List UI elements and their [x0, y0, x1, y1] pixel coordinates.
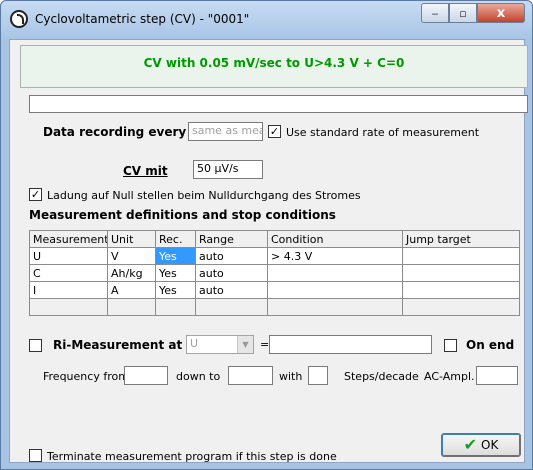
data-recording-label: Data recording every: [43, 125, 187, 139]
table-cell[interactable]: [267, 281, 403, 299]
ri-measurement-checkbox[interactable]: [29, 339, 42, 352]
table-cell[interactable]: [267, 264, 403, 282]
definitions-heading: Measurement definitions and stop conditi…: [29, 208, 336, 222]
table-cell[interactable]: [107, 298, 156, 316]
table-cell[interactable]: A: [107, 281, 156, 299]
table-cell[interactable]: [155, 298, 196, 316]
table-cell[interactable]: Yes: [155, 281, 196, 299]
ri-measurement-label: Ri-Measurement at: [53, 338, 183, 352]
table-cell[interactable]: [402, 264, 520, 282]
ri-value-input[interactable]: [269, 335, 432, 354]
terminate-checkbox[interactable]: [29, 449, 42, 462]
ladung-checkbox[interactable]: ✓: [29, 188, 42, 201]
table-cell[interactable]: [402, 247, 520, 265]
steps-input[interactable]: [308, 366, 328, 385]
cv-rate-input[interactable]: 50 µV/s: [193, 160, 263, 179]
measurement-definitions-table[interactable]: Measurement u Unit Rec. Range Condition …: [29, 230, 520, 316]
terminate-label: Terminate measurement program if this st…: [47, 450, 337, 463]
table-row[interactable]: [29, 298, 520, 316]
column-header[interactable]: Jump target: [402, 230, 520, 248]
table-row[interactable]: C Ah/kg Yes auto: [29, 264, 520, 282]
frequency-down-to-input[interactable]: [228, 366, 273, 385]
standard-rate-label: Use standard rate of measurement: [286, 126, 480, 139]
with-label: with: [279, 370, 303, 383]
frequency-from-label: Frequency from: [43, 370, 129, 383]
table-cell[interactable]: [195, 298, 268, 316]
data-recording-input[interactable]: same as meas: [188, 122, 263, 141]
window-title: Cyclovoltametric step (CV) - "0001": [35, 12, 250, 26]
ri-measurement-select[interactable]: U ▼: [186, 335, 254, 354]
table-cell[interactable]: auto: [195, 281, 268, 299]
column-header[interactable]: Condition: [267, 230, 403, 248]
ladung-label: Ladung auf Null stellen beim Nulldurchga…: [47, 189, 361, 202]
column-header[interactable]: Rec.: [155, 230, 196, 248]
table-cell[interactable]: [402, 298, 520, 316]
table-row[interactable]: U V Yes auto > 4.3 V: [29, 247, 520, 265]
table-cell[interactable]: auto: [195, 264, 268, 282]
ac-amplitude-label: AC-Ampl.: [424, 370, 475, 383]
ok-button[interactable]: ✔ OK: [441, 433, 521, 457]
frequency-from-input[interactable]: [124, 366, 168, 385]
comment-field[interactable]: [29, 95, 528, 113]
table-cell[interactable]: auto: [195, 247, 268, 265]
ac-amplitude-input[interactable]: [476, 366, 518, 385]
table-cell-selected[interactable]: Yes: [155, 247, 196, 265]
dialog-body: CV with 0.05 mV/sec to U>4.3 V + C=0 Dat…: [9, 39, 528, 463]
table-cell[interactable]: > 4.3 V: [267, 247, 403, 265]
app-icon: [10, 10, 28, 28]
column-header[interactable]: Unit: [107, 230, 156, 248]
minimize-button[interactable]: ‒: [421, 3, 449, 23]
on-end-label: On end: [466, 338, 515, 352]
table-header-row: Measurement u Unit Rec. Range Condition …: [29, 230, 520, 248]
table-cell[interactable]: Yes: [155, 264, 196, 282]
column-header[interactable]: Measurement u: [29, 230, 108, 248]
step-description-banner: CV with 0.05 mV/sec to U>4.3 V + C=0: [20, 45, 528, 88]
table-row[interactable]: I A Yes auto: [29, 281, 520, 299]
checkmark-icon: ✔: [463, 435, 478, 454]
down-to-label: down to: [176, 370, 221, 383]
steps-per-decade-label: Steps/decade: [344, 370, 419, 383]
table-cell[interactable]: [402, 281, 520, 299]
table-cell[interactable]: I: [29, 281, 108, 299]
table-cell[interactable]: C: [29, 264, 108, 282]
column-header[interactable]: Range: [195, 230, 268, 248]
chevron-down-icon[interactable]: ▼: [237, 336, 253, 353]
standard-rate-checkbox[interactable]: ✓: [268, 125, 281, 138]
table-cell[interactable]: [29, 298, 108, 316]
maximize-button[interactable]: ▫: [449, 3, 477, 23]
equals-sign: =: [260, 338, 270, 351]
ri-select-value: U: [190, 337, 199, 350]
table-cell[interactable]: Ah/kg: [107, 264, 156, 282]
table-cell[interactable]: V: [107, 247, 156, 265]
table-cell[interactable]: [267, 298, 403, 316]
title-bar[interactable]: Cyclovoltametric step (CV) - "0001" ‒ ▫ …: [1, 1, 532, 39]
table-cell[interactable]: U: [29, 247, 108, 265]
cv-rate-label-text: CV mit: [123, 164, 168, 178]
cv-rate-label: CV mit: [123, 164, 168, 178]
close-button[interactable]: x: [477, 3, 525, 23]
on-end-checkbox[interactable]: [444, 339, 457, 352]
dialog-window: Cyclovoltametric step (CV) - "0001" ‒ ▫ …: [0, 0, 533, 470]
ok-button-label: OK: [481, 438, 499, 452]
